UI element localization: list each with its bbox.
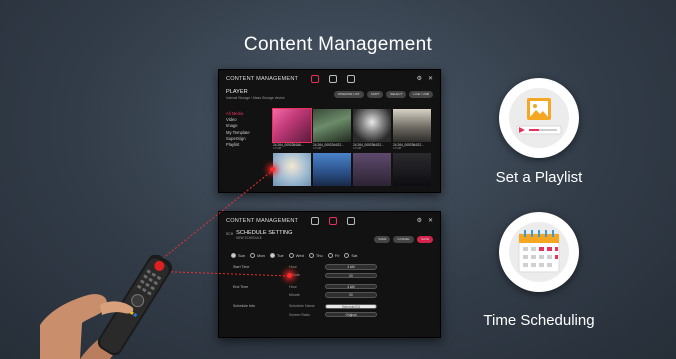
laser-dot xyxy=(287,273,292,278)
laser-dot xyxy=(270,167,275,172)
remote-control-hand xyxy=(40,255,173,359)
